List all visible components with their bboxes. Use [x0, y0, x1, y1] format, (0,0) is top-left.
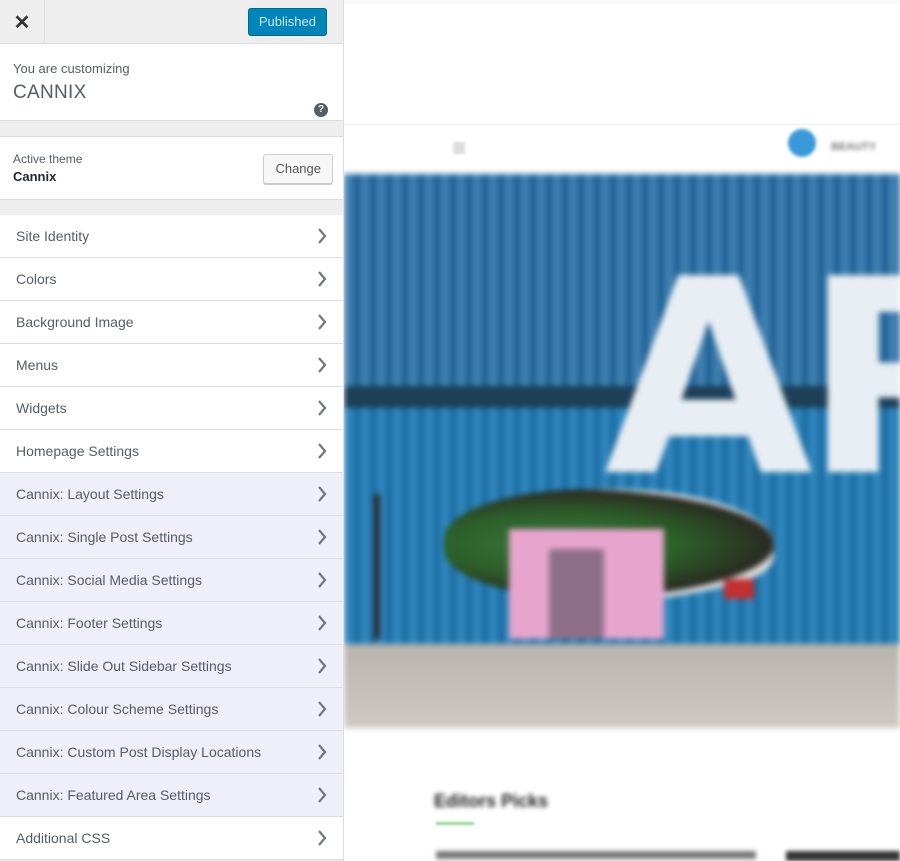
pink-structure-door [549, 549, 604, 639]
section-label: Additional CSS [16, 830, 111, 846]
section-label: Colors [16, 271, 57, 287]
chevron-right-icon [318, 830, 327, 846]
site-title: CANNIX [13, 82, 87, 103]
section-site-identity[interactable]: Site Identity [0, 215, 343, 258]
chevron-right-icon [318, 228, 327, 244]
section-label: Cannix: Single Post Settings [16, 529, 193, 545]
section-colors[interactable]: Colors [0, 258, 343, 301]
preview-top-line [344, 0, 900, 3]
hero-painted-letters: AR [604, 221, 900, 536]
section-cannix-footer-settings[interactable]: Cannix: Footer Settings [0, 602, 343, 645]
section-cannix-social-media-settings[interactable]: Cannix: Social Media Settings [0, 559, 343, 602]
hero-ground [344, 644, 900, 728]
section-label: Cannix: Social Media Settings [16, 572, 202, 588]
help-icon[interactable]: ? [314, 103, 328, 117]
chevron-right-icon [318, 572, 327, 588]
chevron-right-icon [318, 787, 327, 803]
chevron-right-icon [318, 701, 327, 717]
site-preview[interactable]: BEAUTY AR Editors Picks [344, 0, 900, 861]
chevron-right-icon [318, 400, 327, 416]
close-customizer-button[interactable]: ✕ [0, 0, 45, 44]
preview-teaser-image [786, 851, 900, 861]
red-object [724, 579, 754, 599]
section-label: Background Image [16, 314, 134, 330]
section-gap [0, 121, 343, 136]
customizer-sections: Site Identity Colors Background Image Me… [0, 215, 343, 860]
section-cannix-layout-settings[interactable]: Cannix: Layout Settings [0, 473, 343, 516]
section-label: Cannix: Custom Post Display Locations [16, 744, 262, 760]
section-cannix-featured-area-settings[interactable]: Cannix: Featured Area Settings [0, 774, 343, 817]
section-cannix-custom-post-display-locations[interactable]: Cannix: Custom Post Display Locations [0, 731, 343, 774]
heading-underline [436, 822, 474, 825]
customizing-label: You are customizing [13, 61, 130, 76]
close-icon: ✕ [13, 11, 31, 34]
preview-nav-link[interactable]: BEAUTY [831, 141, 876, 153]
chevron-right-icon [318, 658, 327, 674]
section-homepage-settings[interactable]: Homepage Settings [0, 430, 343, 473]
hero-image: AR [344, 174, 900, 728]
hero-post [374, 494, 380, 639]
chevron-right-icon [318, 486, 327, 502]
section-gap [0, 200, 343, 215]
section-cannix-slide-out-sidebar-settings[interactable]: Cannix: Slide Out Sidebar Settings [0, 645, 343, 688]
preview-section-heading: Editors Picks [434, 791, 549, 811]
section-label: Cannix: Slide Out Sidebar Settings [16, 658, 232, 674]
customizer-sidebar: ✕ Published You are customizing CANNIX ?… [0, 0, 344, 861]
section-menus[interactable]: Menus [0, 344, 343, 387]
publish-button[interactable]: Published [247, 8, 327, 36]
section-cannix-single-post-settings[interactable]: Cannix: Single Post Settings [0, 516, 343, 559]
preview-header: BEAUTY [344, 124, 900, 174]
chevron-right-icon [318, 529, 327, 545]
section-label: Cannix: Featured Area Settings [16, 787, 211, 803]
chevron-right-icon [318, 357, 327, 373]
chevron-right-icon [318, 314, 327, 330]
section-label: Menus [16, 357, 59, 373]
customizer-topbar: ✕ Published [0, 0, 343, 44]
site-logo[interactable] [788, 129, 816, 157]
change-theme-button[interactable]: Change [263, 154, 333, 184]
chevron-right-icon [318, 744, 327, 760]
section-background-image[interactable]: Background Image [0, 301, 343, 344]
section-additional-css[interactable]: Additional CSS [0, 817, 343, 860]
section-cannix-colour-scheme-settings[interactable]: Cannix: Colour Scheme Settings [0, 688, 343, 731]
chevron-right-icon [318, 443, 327, 459]
preview-teaser-text [436, 851, 756, 859]
section-label: Widgets [16, 400, 67, 416]
chevron-right-icon [318, 271, 327, 287]
section-label: Homepage Settings [16, 443, 139, 459]
customizing-info: You are customizing CANNIX ? [0, 44, 343, 121]
hamburger-menu-icon[interactable] [453, 143, 465, 153]
section-label: Cannix: Colour Scheme Settings [16, 701, 219, 717]
chevron-right-icon [318, 615, 327, 631]
section-label: Site Identity [16, 228, 90, 244]
section-label: Cannix: Footer Settings [16, 615, 163, 631]
section-widgets[interactable]: Widgets [0, 387, 343, 430]
section-label: Cannix: Layout Settings [16, 486, 164, 502]
active-theme-panel: Active theme Cannix Change [0, 136, 343, 200]
